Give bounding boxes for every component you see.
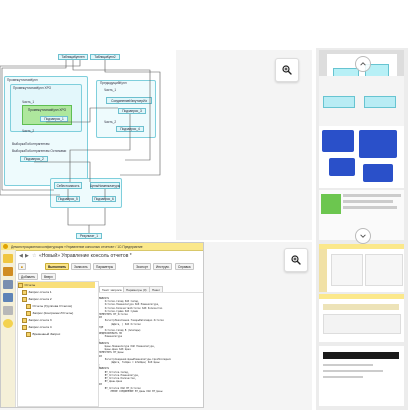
report-icon[interactable] (3, 293, 13, 302)
thumb-line (323, 364, 373, 366)
thumbnail-5[interactable] (319, 244, 404, 292)
zoom-in-icon (282, 65, 292, 75)
tree-item-label: Временный Запрос (32, 332, 61, 336)
query-icon (26, 303, 31, 309)
tree-item[interactable]: Запрос отчета 3 (18, 317, 99, 323)
diagram-panel: ТаблицаКуплен ТаблицаКупл2 Промежуточная… (0, 50, 312, 240)
tree-item[interactable]: Запрос отчета 1 (18, 289, 99, 295)
thumb-node (364, 96, 396, 108)
tree-item[interactable]: Запрос отчета 2 (18, 296, 99, 302)
thumb-titlebar (319, 244, 404, 249)
tree-item[interactable]: Отчеты (Группова Отчетов) (18, 303, 103, 309)
window-titlebar: Демонстрационная конфигурация «Управлени… (1, 243, 203, 251)
zoom-button-app[interactable] (284, 248, 308, 272)
diagram-connectors (0, 60, 161, 233)
run-button[interactable]: Выполнить (45, 263, 70, 270)
thumb-line (323, 370, 383, 372)
tools-icon[interactable] (3, 306, 13, 315)
thumbnail-2[interactable] (319, 76, 404, 126)
tree-item-label: Запрос (Контрагент/Отчеты) (32, 311, 74, 315)
tree-item[interactable]: Запрос (Контрагент/Отчеты) (18, 310, 103, 316)
thumb-green-block (321, 194, 341, 214)
thumb-table (323, 314, 401, 334)
tree-item-label: Отчеты (24, 283, 36, 287)
chevron-up-icon (360, 62, 366, 66)
thumb-row (323, 304, 399, 310)
add-button[interactable]: Добавить (18, 273, 39, 280)
folder-icon[interactable] (3, 267, 13, 276)
export-button[interactable]: Экспорт (133, 263, 151, 270)
query-icon (22, 317, 27, 323)
tree-item[interactable]: Временный Запрос (18, 331, 103, 337)
query-icon (22, 296, 27, 302)
tree-item-label: Отчеты (Группова Отчетов) (32, 304, 72, 308)
thumb-panel (365, 254, 403, 286)
tree-item-label: Запрос отчета 3 (28, 318, 52, 322)
save-button[interactable]: Записать (71, 263, 91, 270)
query-icon (26, 310, 31, 316)
query-icon (22, 289, 27, 295)
code-line: ЛЕВОЕ СОЕДИНЕНИЕ ВТ_Цены КАК ВТ_Цены (99, 389, 163, 393)
thumbnail-6[interactable] (319, 294, 404, 342)
thumb-blue-block (329, 158, 355, 176)
help-button[interactable]: Справка (175, 263, 194, 270)
thumbnail-down-button[interactable] (355, 228, 371, 244)
thumb-node (323, 96, 355, 108)
home-icon[interactable] (3, 254, 13, 263)
thumb-black-bar (323, 352, 399, 359)
thumb-sidebar (319, 249, 327, 292)
window-title: Демонстрационная конфигурация «Управлени… (11, 244, 143, 249)
folder-icon (18, 282, 23, 288)
open-button[interactable]: ■ (18, 263, 26, 270)
chevron-down-icon (360, 234, 366, 238)
nav-forward-icon[interactable]: ▶ (25, 253, 29, 259)
favorite-star-icon[interactable]: ☆ (32, 253, 36, 259)
thumbnail-up-button[interactable] (355, 56, 371, 72)
thumb-blue-block (359, 130, 397, 158)
thumb-panel (331, 254, 363, 286)
settings-button[interactable]: Параметры (93, 263, 116, 270)
thumb-blue-block (363, 164, 393, 182)
zoom-in-icon (291, 255, 301, 265)
tree-item[interactable]: Отчеты (18, 282, 95, 288)
query-icon (26, 331, 31, 337)
open-icon: ■ (21, 264, 23, 269)
thumb-line (323, 376, 363, 378)
nav-back-icon[interactable]: ◀ (19, 253, 23, 259)
app-logo-icon (3, 244, 8, 249)
database-icon[interactable] (3, 280, 13, 289)
star-icon[interactable] (3, 319, 13, 328)
query-text-editor[interactable]: ВЫБРАТЬ Остатки.Склад КАК Склад, Остатки… (99, 297, 202, 405)
thumb-line (343, 194, 401, 197)
tools-button[interactable]: Инструм. (153, 263, 173, 270)
thumbnail-7[interactable] (319, 346, 404, 406)
form-title: «Новый» Управление консоль отчетов * (39, 253, 132, 259)
tree-item-label: Запрос отчета 4 (28, 325, 52, 329)
thumb-line (343, 206, 397, 209)
query-icon (22, 324, 27, 330)
up-button[interactable]: Вверх (41, 273, 56, 280)
tree-item-label: Запрос отчета 1 (28, 290, 52, 294)
app-window: Демонстрационная конфигурация «Управлени… (0, 242, 204, 408)
tree-item-label: Запрос отчета 2 (28, 297, 52, 301)
sections-panel (1, 250, 16, 407)
tree-item[interactable]: Запрос отчета 4 (18, 324, 99, 330)
thumb-blue-block (322, 130, 354, 152)
thumb-line (343, 200, 393, 203)
thumbnail-3[interactable] (319, 126, 404, 188)
zoom-button-diagram[interactable] (275, 58, 299, 82)
thumb-titlebar (319, 294, 404, 299)
